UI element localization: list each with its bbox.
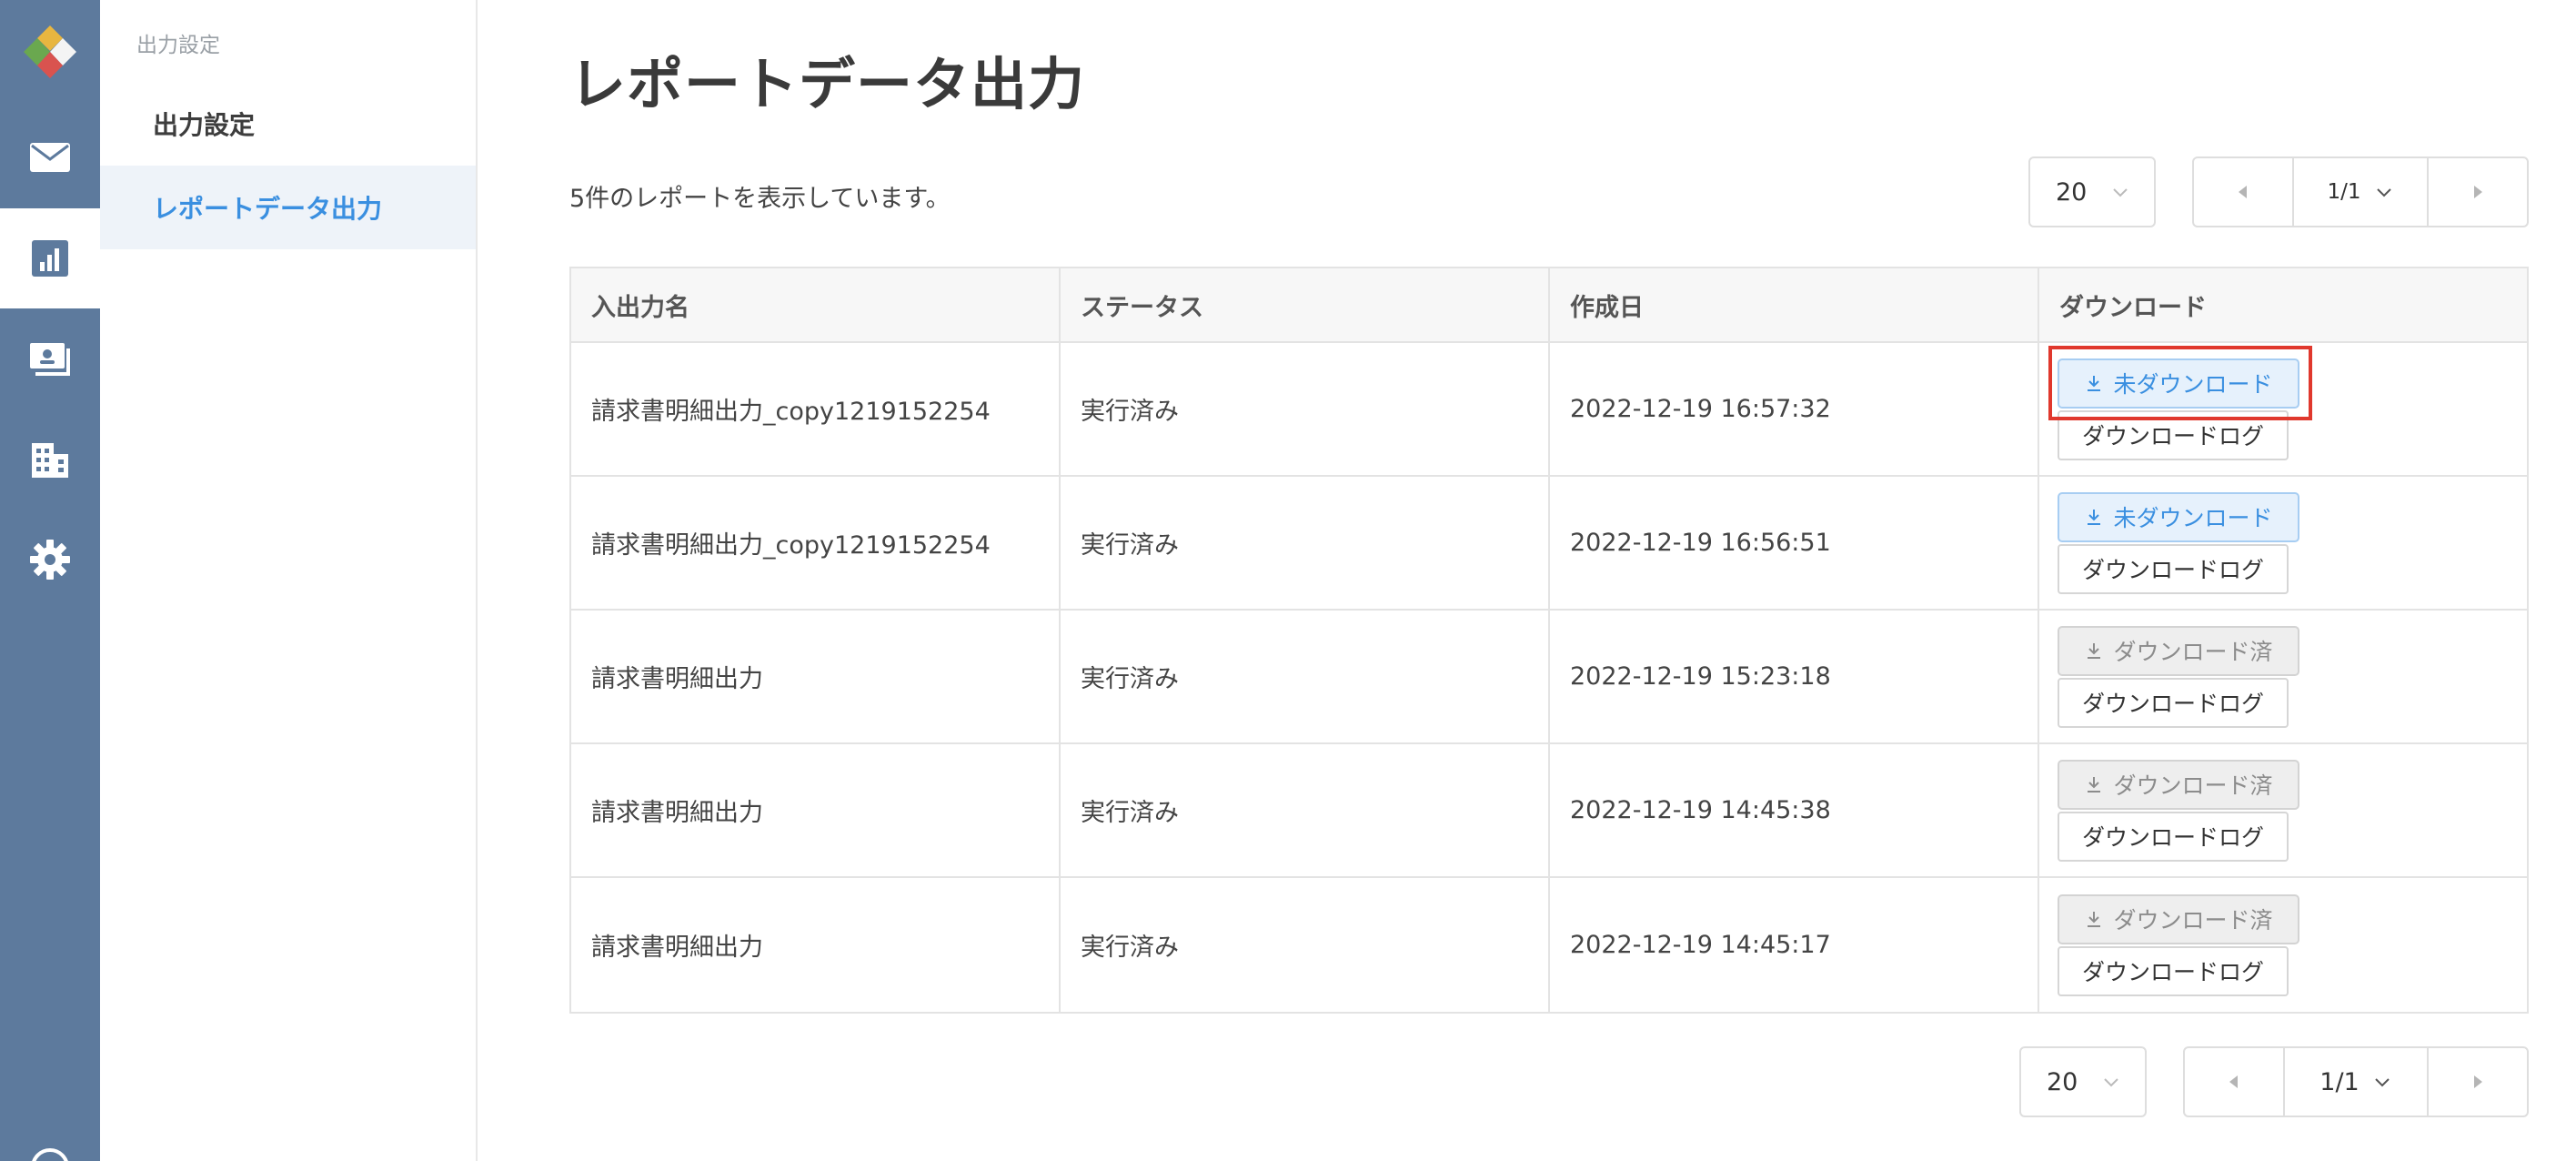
cell-status: 実行済み — [1061, 744, 1550, 876]
subnav-header: 出力設定 — [136, 34, 220, 57]
settings-subnav: 出力設定 出力設定 レポートデータ出力 — [100, 0, 478, 1161]
app-root: 出力設定 出力設定 レポートデータ出力 レポートデータ出力 5件のレポートを表示… — [0, 0, 2576, 1161]
page-size-value: 20 — [2056, 177, 2088, 207]
page-title: レポートデータ出力 — [569, 51, 1086, 117]
cell-created: 2022-12-19 16:57:32 — [1550, 343, 2039, 475]
column-header-download: ダウンロード — [2059, 293, 2207, 322]
chevron-down-icon — [2376, 188, 2391, 197]
app-logo-icon[interactable] — [20, 22, 80, 82]
table-row: 請求書明細出力 実行済み 2022-12-19 14:45:17 ダウンロード済… — [571, 878, 2527, 1012]
download-icon — [2088, 376, 2101, 391]
caret-left-icon — [2229, 1075, 2238, 1088]
caret-right-icon — [2474, 186, 2482, 198]
cell-download: ダウンロード済 ダウンロードログ — [2039, 878, 2527, 1012]
download-button-label: ダウンロード済 — [2113, 907, 2273, 934]
chevron-down-icon — [2113, 188, 2128, 197]
download-button[interactable]: ダウンロード済 — [2058, 759, 2299, 810]
table-row: 請求書明細出力 実行済み 2022-12-19 14:45:38 ダウンロード済… — [571, 744, 2527, 878]
rail-item-mail[interactable] — [0, 107, 100, 207]
download-button-label: 未ダウンロード — [2113, 505, 2273, 531]
rail-item-company[interactable] — [0, 409, 100, 510]
chevron-down-icon — [2375, 1078, 2390, 1087]
subnav-item-report-export[interactable]: レポートデータ出力 — [100, 166, 476, 249]
invoice-card-icon — [30, 343, 70, 376]
pager-top: 20 1/1 — [2028, 156, 2529, 227]
page-select[interactable]: 1/1 — [2283, 1048, 2429, 1116]
subnav-item-output-settings[interactable]: 出力設定 — [100, 82, 476, 166]
page-size-select[interactable]: 20 — [2028, 156, 2156, 227]
page-size-value: 20 — [2047, 1067, 2078, 1096]
icon-rail — [0, 0, 100, 1161]
download-button[interactable]: ダウンロード済 — [2058, 893, 2299, 944]
chevron-down-icon — [2104, 1078, 2118, 1087]
page-value: 1/1 — [2327, 180, 2361, 204]
cell-name: 請求書明細出力_copy1219152254 — [571, 343, 1061, 475]
column-header-status: ステータス — [1061, 268, 1550, 341]
cell-status: 実行済み — [1061, 343, 1550, 475]
cell-download: 未ダウンロード ダウンロードログ — [2039, 343, 2527, 475]
download-button-label: ダウンロード済 — [2113, 639, 2273, 665]
cell-download: ダウンロード済 ダウンロードログ — [2039, 744, 2527, 876]
pagination-control: 1/1 — [2192, 156, 2529, 227]
download-button[interactable]: 未ダウンロード — [2048, 345, 2312, 420]
cell-created: 2022-12-19 16:56:51 — [1550, 477, 2039, 609]
report-chart-icon — [32, 240, 68, 277]
download-button-label: ダウンロード済 — [2113, 772, 2273, 799]
download-button-label: 未ダウンロード — [2113, 371, 2273, 398]
table-row: 請求書明細出力_copy1219152254 実行済み 2022-12-19 1… — [571, 477, 2527, 611]
pagination-control: 1/1 — [2183, 1046, 2529, 1117]
cell-status: 実行済み — [1061, 477, 1550, 609]
cell-created: 2022-12-19 15:23:18 — [1550, 611, 2039, 742]
page-value: 1/1 — [2319, 1067, 2360, 1096]
table-row: 請求書明細出力_copy1219152254 実行済み 2022-12-19 1… — [571, 343, 2527, 477]
column-header-created: 作成日 — [1550, 268, 2039, 341]
download-log-button[interactable]: ダウンロードログ — [2058, 409, 2289, 460]
cell-created: 2022-12-19 14:45:38 — [1550, 744, 2039, 876]
download-icon — [2088, 777, 2101, 793]
cell-name: 請求書明細出力 — [571, 611, 1061, 742]
prev-page-button[interactable] — [2185, 1048, 2283, 1116]
gear-icon — [30, 540, 70, 580]
rail-item-invoice[interactable] — [0, 309, 100, 409]
page-select[interactable]: 1/1 — [2292, 158, 2429, 226]
cell-status: 実行済み — [1061, 878, 1550, 1012]
help-icon[interactable] — [31, 1148, 69, 1161]
cell-download: 未ダウンロード ダウンロードログ — [2039, 477, 2527, 609]
download-log-button[interactable]: ダウンロードログ — [2058, 543, 2289, 594]
cell-download: ダウンロード済 ダウンロードログ — [2039, 611, 2527, 742]
pager-bottom: 20 1/1 — [2019, 1046, 2529, 1117]
download-button[interactable]: ダウンロード済 — [2058, 625, 2299, 676]
building-icon — [32, 443, 68, 478]
caret-left-icon — [2239, 186, 2247, 198]
download-button[interactable]: 未ダウンロード — [2058, 491, 2299, 542]
cell-name: 請求書明細出力_copy1219152254 — [571, 477, 1061, 609]
page-size-select[interactable]: 20 — [2019, 1046, 2147, 1117]
download-icon — [2088, 510, 2101, 525]
download-log-button[interactable]: ダウンロードログ — [2058, 677, 2289, 728]
result-count-text: 5件のレポートを表示しています。 — [569, 185, 951, 213]
cell-status: 実行済み — [1061, 611, 1550, 742]
next-page-button[interactable] — [2429, 158, 2527, 226]
table-row: 請求書明細出力 実行済み 2022-12-19 15:23:18 ダウンロード済… — [571, 611, 2527, 744]
prev-page-button[interactable] — [2194, 158, 2292, 226]
rail-item-report[interactable] — [0, 208, 100, 308]
rail-item-settings[interactable] — [0, 510, 100, 610]
caret-right-icon — [2474, 1075, 2482, 1088]
next-page-button[interactable] — [2429, 1048, 2527, 1116]
mail-icon — [30, 143, 70, 172]
cell-name: 請求書明細出力 — [571, 744, 1061, 876]
cell-name: 請求書明細出力 — [571, 878, 1061, 1012]
cell-created: 2022-12-19 14:45:17 — [1550, 878, 2039, 1012]
report-table: 入出力名 ステータス 作成日 ダウンロード 請求書明細出力_copy121915… — [569, 267, 2529, 1014]
download-icon — [2088, 643, 2101, 659]
column-header-name: 入出力名 — [571, 268, 1061, 341]
table-header: 入出力名 ステータス 作成日 ダウンロード — [571, 268, 2527, 343]
download-log-button[interactable]: ダウンロードログ — [2058, 811, 2289, 862]
download-log-button[interactable]: ダウンロードログ — [2058, 945, 2289, 996]
download-icon — [2088, 912, 2101, 927]
